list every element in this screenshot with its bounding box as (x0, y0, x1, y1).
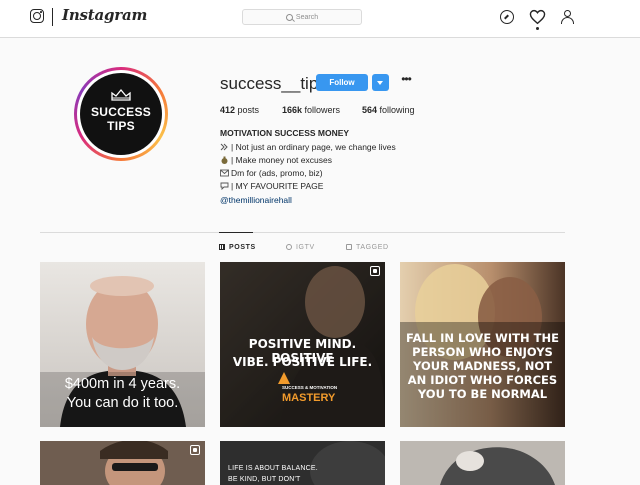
tab-posts-label: POSTS (229, 243, 256, 251)
tagged-icon (346, 244, 352, 250)
tabs-divider (40, 232, 565, 233)
avatar[interactable]: SUCCESS TIPS (74, 67, 168, 161)
instagram-wordmark[interactable]: Instagram (62, 6, 147, 24)
crown-icon (111, 89, 131, 101)
tab-igtv[interactable]: IGTV (286, 241, 315, 253)
post-tile[interactable]: $400m in 4 years. You can do it too. (40, 262, 205, 427)
search-icon (285, 13, 293, 21)
avatar-text-line1: SUCCESS (90, 105, 152, 119)
post-caption-line5: YOU TO BE NORMAL (417, 387, 548, 401)
followers-count[interactable]: 166k followers (282, 105, 340, 115)
igtv-icon (286, 244, 292, 250)
posts-count-number: 412 (220, 105, 236, 115)
person-icon-body[interactable] (561, 17, 574, 24)
more-options-button[interactable]: ••• (399, 73, 413, 88)
tab-tagged[interactable]: TAGGED (346, 241, 389, 253)
post-caption-line2: VIBE. POSITIVE LIFE. (232, 355, 373, 369)
tab-tagged-label: TAGGED (356, 243, 389, 251)
followers-count-label: followers (302, 105, 341, 115)
bio-name: MOTIVATION SUCCESS MONEY (220, 128, 350, 138)
post-caption-line3: YOUR MADNESS, NOT (413, 359, 552, 373)
bio-line-3: Dm for (ads, promo, biz) (220, 168, 323, 178)
multi-photo-icon (190, 445, 200, 455)
post-caption-line4: AN IDIOT WHO FORCES (407, 373, 558, 387)
nav-divider (52, 8, 53, 26)
tab-posts[interactable]: POSTS (219, 241, 256, 253)
post-image (40, 441, 205, 485)
profile-username: success__tips (220, 74, 327, 93)
bio-line-2: | Make money not excuses (220, 155, 332, 165)
heart-icon[interactable] (529, 9, 546, 25)
post-caption-line2: BE KIND, BUT DON'T (228, 476, 301, 483)
search-placeholder: Search (295, 13, 319, 21)
bio-line-1: | Not just an ordinary page, we change l… (220, 142, 396, 152)
multi-photo-icon (370, 266, 380, 276)
bio-mention-link[interactable]: @themillionairehall (220, 195, 292, 205)
post-caption-line1: $400m in 4 years. (64, 376, 181, 392)
following-count[interactable]: 564 following (362, 105, 415, 115)
bio-line-3-text: Dm for (ads, promo, biz) (231, 168, 323, 178)
avatar-text-line2: TIPS (107, 119, 135, 133)
bio-line-4-text: | MY FAVOURITE PAGE (231, 181, 324, 191)
post-logo-subtitle: SUCCESS & MOTIVATION (282, 385, 338, 390)
instagram-glyph-icon[interactable] (30, 9, 44, 23)
following-count-label: following (377, 105, 415, 115)
tab-igtv-label: IGTV (296, 243, 315, 251)
notification-dot (536, 27, 539, 30)
bio-line-4: | MY FAVOURITE PAGE (220, 181, 323, 191)
search-input[interactable]: Search (242, 9, 362, 25)
grid-icon (219, 244, 225, 250)
followers-count-number: 166k (282, 105, 303, 115)
bio-line-1-text: | Not just an ordinary page, we change l… (231, 142, 396, 152)
post-caption-line2: You can do it too. (66, 395, 179, 411)
follow-button[interactable]: Follow (316, 74, 368, 91)
posts-count-label: posts (235, 105, 260, 115)
compass-icon[interactable] (500, 10, 514, 24)
money-bag-icon (221, 156, 228, 164)
post-caption-line2: PERSON WHO ENJOYS (412, 345, 553, 359)
post-tile[interactable]: POSITIVE MIND. POSITIVE VIBE. POSITIVE L… (220, 262, 385, 427)
person-icon[interactable] (564, 10, 571, 17)
bio-line-2-text: | Make money not excuses (231, 155, 332, 165)
tab-active-indicator (219, 232, 253, 233)
envelope-icon (220, 169, 229, 177)
post-caption-line1: LIFE IS ABOUT BALANCE. (228, 465, 318, 472)
post-image (400, 441, 565, 485)
suggested-accounts-dropdown-button[interactable] (372, 74, 389, 91)
medal-icon (220, 143, 228, 151)
speech-bubble-icon (220, 182, 229, 190)
post-logo-title: MASTERY (282, 392, 336, 404)
post-tile[interactable] (40, 441, 205, 485)
following-count-number: 564 (362, 105, 378, 115)
post-tile[interactable] (400, 441, 565, 485)
top-nav: Instagram Search (0, 0, 640, 38)
post-caption-line1: FALL IN LOVE WITH THE (406, 331, 559, 345)
post-tile[interactable]: FALL IN LOVE WITH THE PERSON WHO ENJOYS … (400, 262, 565, 427)
posts-count: 412 posts (220, 105, 259, 115)
